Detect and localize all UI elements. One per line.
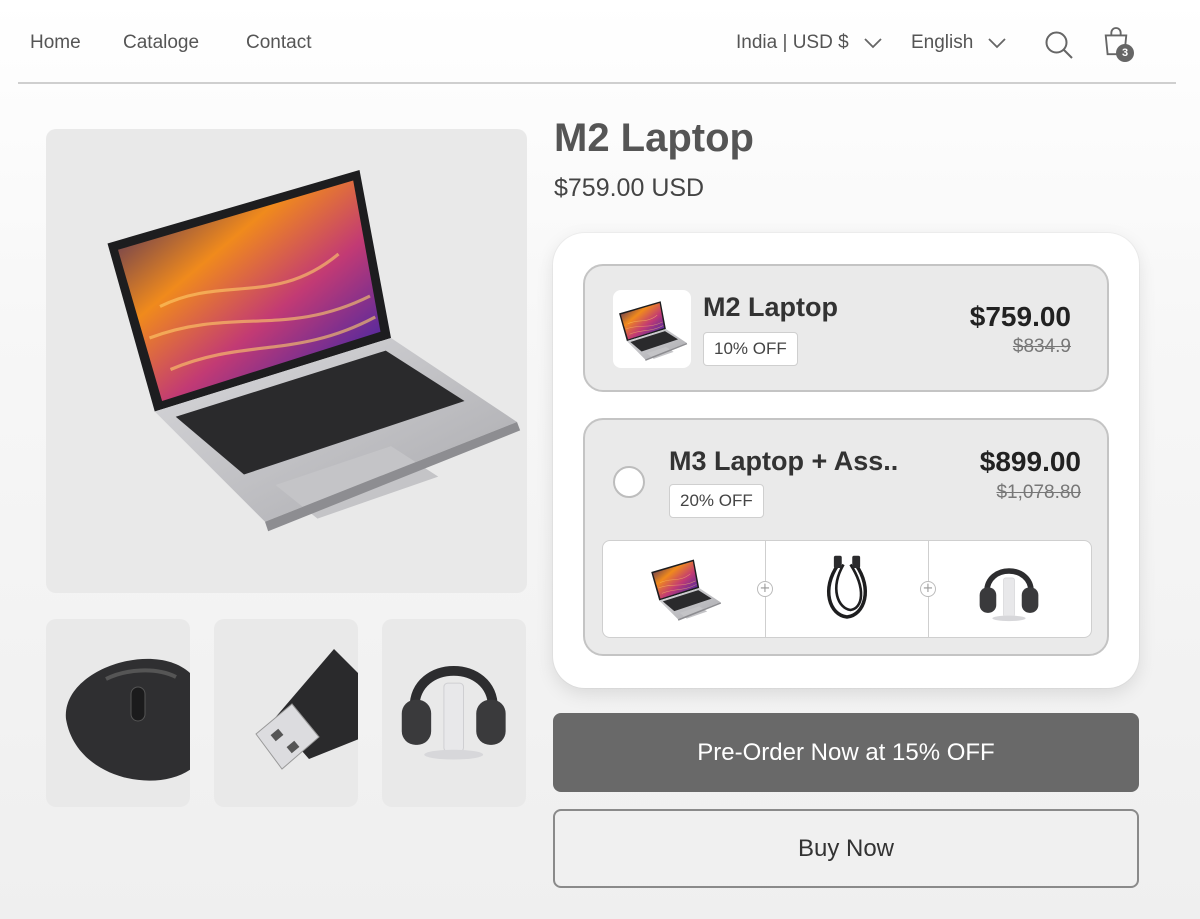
bundle-item-laptop [603,541,765,637]
option-name: M3 Laptop + Ass.. [669,446,899,476]
bundle-item-cable [766,541,928,637]
region-currency-dropdown[interactable]: India | USD $ [736,32,883,54]
cart-count-badge: 3 [1116,44,1134,62]
buy-now-button[interactable]: Buy Now [553,809,1139,888]
bundle-options-card: M2 Laptop 10% OFF $759.00 $834.9 M3 Lapt… [553,233,1139,688]
laptop-image [618,301,688,362]
usb-cable-image [827,555,867,619]
preorder-button[interactable]: Pre-Order Now at 15% OFF [553,713,1139,792]
option-price: $759.00 [969,301,1071,332]
option-price: $899.00 [979,446,1081,477]
nav-utilities: India | USD $ English 3 [736,26,1176,66]
option-m3-laptop-bundle[interactable]: M3 Laptop + Ass.. 20% OFF $899.00 $1,078… [583,418,1109,656]
nav-link-cataloge[interactable]: Cataloge [123,32,199,54]
chevron-down-icon [864,38,882,49]
top-nav: Home Cataloge Contact India | USD $ Engl… [18,0,1176,84]
discount-badge: 20% OFF [669,484,764,518]
region-currency-label: India | USD $ [736,32,849,53]
mouse-image [65,659,190,781]
search-icon[interactable] [1044,30,1074,60]
nav-link-home[interactable]: Home [30,32,81,54]
discount-badge: 10% OFF [703,332,798,366]
option-original-price: $1,078.80 [996,482,1081,503]
language-label: English [911,32,974,53]
option-original-price: $834.9 [1012,336,1071,357]
cart-button[interactable]: 3 [1102,26,1136,64]
bundle-items: + + [602,540,1092,638]
bundle-item-headphones [929,541,1091,637]
option-radio[interactable] [613,466,645,498]
gallery-main-image[interactable] [46,129,527,593]
chevron-down-icon [988,38,1006,49]
option-name: M2 Laptop [703,292,838,322]
option-thumbnail [613,290,691,368]
gallery-thumb-headphones[interactable] [382,619,526,807]
language-dropdown[interactable]: English [911,32,1007,54]
laptop-image [105,168,522,533]
usb-drive-image [255,649,358,770]
laptop-image [650,559,722,621]
nav-link-contact[interactable]: Contact [246,32,311,54]
headphones-image [382,619,526,807]
gallery-thumb-mouse[interactable] [46,619,190,807]
product-price: $759.00 USD [554,174,705,202]
product-title: M2 Laptop [554,116,754,160]
gallery-thumb-usb[interactable] [214,619,358,807]
option-m2-laptop[interactable]: M2 Laptop 10% OFF $759.00 $834.9 [583,264,1109,392]
headphones-image [973,549,1045,629]
